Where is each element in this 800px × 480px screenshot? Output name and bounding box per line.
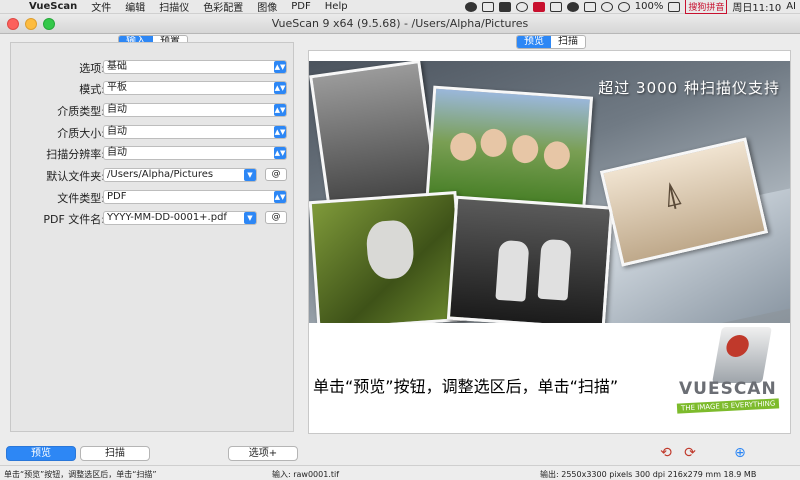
row-option: 选项: 基础 ▲▼ [11, 60, 295, 75]
option-label: 选项: [79, 62, 105, 75]
chevron-updown-icon: ▲▼ [274, 82, 286, 94]
default-folder-browse-button[interactable]: @ [265, 168, 287, 181]
pdf-name-value: YYYY-MM-DD-0001+.pdf [107, 212, 227, 223]
row-mode: 模式: 平板 ▲▼ [11, 81, 295, 96]
status-output-info: 输出: 2550x3300 pixels 300 dpi 216x279 mm … [540, 470, 757, 479]
file-type-select[interactable]: PDF ▲▼ [103, 190, 287, 204]
vuescan-logo: VUESCAN THE IMAGE IS EVERYTHING [671, 327, 783, 423]
menu-edit[interactable]: 编辑 [118, 0, 152, 14]
preview-instruction: 单击“预览”按钮，调整选区后，单击“扫描” [313, 377, 619, 396]
status-bar: 单击“预览”按钮，调整选区后，单击“扫描” 输入: raw0001.tif 输出… [0, 465, 800, 480]
pdf-name-combo[interactable]: YYYY-MM-DD-0001+.pdf ▼ [103, 211, 257, 225]
monitor-tray-icon[interactable] [498, 1, 511, 12]
chevron-updown-icon: ▲▼ [274, 147, 286, 159]
notification-tray-icon[interactable] [583, 1, 596, 12]
logo-tagline: THE IMAGE IS EVERYTHING [676, 398, 780, 414]
zoom-in-icon[interactable]: ⊕ [730, 444, 750, 462]
window-title: VueScan 9 x64 (9.5.68) - /Users/Alpha/Pi… [271, 17, 529, 30]
pdf-name-options-button[interactable]: @ [265, 211, 287, 224]
row-media-type: 介质类型: 自动 ▲▼ [11, 103, 295, 118]
scanner-support-caption: 超过 3000 种扫描仪支持 [598, 79, 780, 97]
option-select[interactable]: 基础 ▲▼ [103, 60, 287, 74]
chevron-updown-icon: ▲▼ [274, 104, 286, 116]
menu-file[interactable]: 文件 [84, 0, 118, 14]
pause-tray-icon[interactable] [532, 1, 545, 12]
mode-select[interactable]: 平板 ▲▼ [103, 81, 287, 95]
volume-icon[interactable] [617, 1, 630, 12]
menu-help[interactable]: Help [318, 1, 355, 12]
splash-collage-image: ⍋ 超过 3000 种扫描仪支持 [309, 61, 790, 323]
video-tray-icon[interactable] [549, 1, 562, 12]
tab-preview[interactable]: 预览 [517, 36, 551, 48]
settings-panel: 选项: 基础 ▲▼ 模式: 平板 ▲▼ 介质类型: 自动 ▲▼ 介质大小: 自动… [10, 42, 294, 432]
status-hint: 单击“预览”按钮，调整选区后，单击“扫描” [4, 470, 157, 479]
chevron-updown-icon: ▲▼ [274, 191, 286, 203]
default-folder-value: /Users/Alpha/Pictures [107, 169, 214, 180]
rotate-left-icon[interactable]: ⟲ [656, 444, 676, 462]
menu-bar: VueScan 文件 编辑 扫描仪 色彩配置 图像 PDF Help 100% … [0, 0, 800, 14]
rotate-right-icon[interactable]: ⟳ [680, 444, 700, 462]
file-type-label: 文件类型: [57, 192, 105, 205]
options-more-button[interactable]: 选项+ [228, 446, 298, 461]
chevron-updown-icon: ▲▼ [274, 61, 286, 73]
pdf-name-label: PDF 文件名: [43, 213, 105, 226]
media-size-label: 介质大小: [57, 127, 105, 140]
chevron-down-icon[interactable]: ▼ [244, 169, 256, 181]
resolution-label: 扫描分辨率: [46, 148, 105, 161]
media-type-value: 自动 [107, 104, 127, 115]
status-input-file: 输入: raw0001.tif [272, 470, 340, 479]
app-tray-icon[interactable] [464, 1, 477, 12]
default-folder-combo[interactable]: /Users/Alpha/Pictures ▼ [103, 168, 257, 182]
sync-tray-icon[interactable] [566, 1, 579, 12]
menu-image[interactable]: 图像 [250, 0, 284, 14]
battery-icon[interactable] [668, 1, 681, 12]
calendar-tray-icon[interactable] [481, 1, 494, 12]
mode-value: 平板 [107, 82, 127, 93]
status-tray: 100% 搜狗拼音 周日11:10 AI [464, 0, 800, 14]
row-media-size: 介质大小: 自动 ▲▼ [11, 125, 295, 140]
menu-pdf[interactable]: PDF [284, 1, 317, 12]
menu-clock[interactable]: 周日11:10 [732, 0, 781, 14]
media-size-value: 自动 [107, 126, 127, 137]
media-type-label: 介质类型: [57, 105, 105, 118]
window-titlebar[interactable]: VueScan 9 x64 (9.5.68) - /Users/Alpha/Pi… [0, 14, 800, 34]
preview-button[interactable]: 预览 [6, 446, 76, 461]
input-method-indicator[interactable]: 搜狗拼音 [685, 0, 728, 14]
dog-photo [309, 190, 466, 323]
wifi-icon[interactable] [600, 1, 613, 12]
row-resolution: 扫描分辨率: 自动 ▲▼ [11, 146, 295, 161]
menu-app-name[interactable]: VueScan [22, 1, 84, 12]
row-file-type: 文件类型: PDF ▲▼ [11, 190, 295, 205]
preview-area[interactable]: ⍋ 超过 3000 种扫描仪支持 单击“预览”按钮，调整选区后，单击“扫描” V… [308, 50, 791, 434]
option-value: 基础 [107, 61, 127, 72]
resolution-select[interactable]: 自动 ▲▼ [103, 146, 287, 160]
tray-text-ai[interactable]: AI [786, 1, 796, 12]
eye-tray-icon[interactable] [515, 1, 528, 12]
scanner-logo-icon [712, 327, 772, 383]
default-folder-label: 默认文件夹: [46, 170, 105, 183]
resolution-value: 自动 [107, 147, 127, 158]
mode-label: 模式: [79, 83, 105, 96]
media-size-select[interactable]: 自动 ▲▼ [103, 125, 287, 139]
boys-photo [446, 195, 614, 323]
tab-scan[interactable]: 扫描 [551, 36, 585, 48]
tower-icon: ⍋ [657, 172, 687, 217]
scan-button[interactable]: 扫描 [80, 446, 150, 461]
media-type-select[interactable]: 自动 ▲▼ [103, 103, 287, 117]
menu-scanner[interactable]: 扫描仪 [152, 0, 196, 14]
row-pdf-name: PDF 文件名: YYYY-MM-DD-0001+.pdf ▼ @ [11, 211, 295, 226]
chevron-down-icon[interactable]: ▼ [244, 212, 256, 224]
chevron-updown-icon: ▲▼ [274, 126, 286, 138]
row-default-folder: 默认文件夹: /Users/Alpha/Pictures ▼ @ [11, 168, 295, 183]
menu-color[interactable]: 色彩配置 [196, 0, 250, 14]
file-type-value: PDF [107, 191, 127, 202]
right-tab-group: 预览 扫描 [516, 35, 586, 49]
logo-wordmark: VUESCAN [679, 379, 777, 399]
battery-percent[interactable]: 100% [635, 1, 664, 12]
